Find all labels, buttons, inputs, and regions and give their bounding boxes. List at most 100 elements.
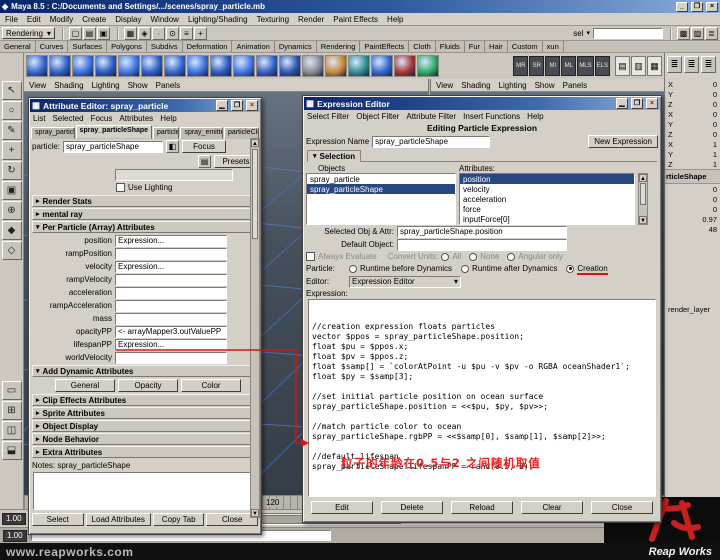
lasso-select-tool-icon[interactable]: ○ xyxy=(2,101,22,120)
shelf-field-icon[interactable] xyxy=(417,55,439,77)
menu-item[interactable]: Object Filter xyxy=(356,112,399,121)
shelf-particle-icon[interactable] xyxy=(371,55,393,77)
attribute-editor-bottom-button[interactable]: Select xyxy=(32,513,84,526)
render-pass-button[interactable]: MR xyxy=(513,56,528,76)
attribute-list-item[interactable]: inputForce[1] xyxy=(460,224,634,225)
minimize-button[interactable]: ▁ xyxy=(216,100,228,111)
channel-row[interactable]: X1 xyxy=(665,139,720,149)
shelf-tab[interactable]: Surfaces xyxy=(68,41,107,52)
channel-row[interactable]: Z1 xyxy=(665,159,720,169)
channel-row[interactable]: Y1 xyxy=(665,149,720,159)
minimize-button[interactable]: ▁ xyxy=(616,98,628,109)
snap-grid-icon[interactable]: ▦ xyxy=(124,27,137,40)
attribute-value-field[interactable] xyxy=(115,313,227,325)
expression-editor-bottom-button[interactable]: Delete xyxy=(381,501,443,514)
add-dynamic-button[interactable]: General xyxy=(55,379,115,392)
shelf-tab[interactable]: Subdivs xyxy=(147,41,183,52)
channel-row[interactable]: Z0 xyxy=(665,99,720,109)
menu-item[interactable]: List xyxy=(33,114,45,123)
expression-editor-bottom-button[interactable]: Reload xyxy=(451,501,513,514)
scale-tool-icon[interactable]: ▣ xyxy=(2,181,22,200)
menu-item[interactable]: Insert Functions xyxy=(463,112,520,121)
section-header[interactable]: ▸Clip Effects Attributes xyxy=(32,394,258,406)
focus-button[interactable]: Focus xyxy=(182,140,226,153)
panel-menu-item[interactable]: Shading xyxy=(461,81,490,90)
selected-obj-attr-field[interactable]: spray_particleShape.position xyxy=(397,226,567,238)
expression-text-area[interactable]: //creation expression floats particlesve… xyxy=(308,299,656,497)
selection-section-tab[interactable]: ▾ Selection xyxy=(307,150,361,162)
render-pass-button[interactable]: MI xyxy=(545,56,560,76)
saved-layout-3-icon[interactable]: ▦ xyxy=(647,56,662,76)
history-icon[interactable]: ≡ xyxy=(180,27,193,40)
panel-menu-item[interactable]: View xyxy=(436,81,453,90)
menu-item[interactable]: Attributes xyxy=(119,114,153,123)
layer-editor-toggle-icon[interactable]: ≣ xyxy=(684,56,699,73)
expression-editor-titlebar[interactable]: ▦ Expression Editor ▁ ❐ × xyxy=(304,97,660,110)
shelf-nurbs-sphere-icon[interactable] xyxy=(256,55,278,77)
move-tool-icon[interactable]: + xyxy=(2,141,22,160)
quick-select-input[interactable] xyxy=(593,28,663,39)
panel-menu-item[interactable]: Panels xyxy=(563,81,587,90)
use-lighting-checkbox[interactable] xyxy=(116,183,125,192)
menu-item[interactable]: Focus xyxy=(91,114,113,123)
attribute-value-field[interactable] xyxy=(115,352,227,364)
snap-point-icon[interactable]: ∙ xyxy=(152,27,165,40)
shelf-tab[interactable]: Dynamics xyxy=(275,41,317,52)
menu-item[interactable]: Render xyxy=(298,15,324,24)
attribute-list-item[interactable]: position xyxy=(460,174,634,184)
scroll-up-icon[interactable]: ▲ xyxy=(639,174,647,182)
add-dynamic-button[interactable]: Opacity xyxy=(118,379,178,392)
shelf-tab[interactable]: Animation xyxy=(232,41,274,52)
shape-node-header[interactable]: rticleShape xyxy=(665,169,720,184)
expression-editor-bottom-button[interactable]: Clear xyxy=(521,501,583,514)
section-header[interactable]: ▸mental ray xyxy=(32,208,258,220)
menu-item[interactable]: Texturing xyxy=(257,15,289,24)
construction-icon[interactable]: + xyxy=(194,27,207,40)
channel-row[interactable]: 0 xyxy=(665,204,720,214)
maximize-button[interactable]: ❐ xyxy=(231,100,243,111)
single-pane-layout-icon[interactable]: ▭ xyxy=(2,381,22,400)
outliner-layout-icon[interactable]: ⬓ xyxy=(2,441,22,460)
attribute-list-item[interactable]: force xyxy=(460,204,634,214)
menu-item[interactable]: Help xyxy=(527,112,543,121)
menu-item[interactable]: Selected xyxy=(52,114,83,123)
channel-row[interactable]: 0 xyxy=(665,194,720,204)
particle-mode-radio[interactable]: Runtime after Dynamics xyxy=(461,264,557,273)
shelf-pipe-icon[interactable] xyxy=(210,55,232,77)
node-tab[interactable]: spray_emitter xyxy=(180,127,223,139)
section-header[interactable]: ▸Object Display xyxy=(32,420,258,432)
new-expression-button[interactable]: New Expression xyxy=(588,135,658,148)
scrollbar-thumb[interactable] xyxy=(640,183,646,205)
node-tab[interactable]: spray_particle xyxy=(31,127,75,139)
shelf-sphere-icon[interactable] xyxy=(26,55,48,77)
render-view-icon[interactable]: ▩ xyxy=(677,27,690,40)
rotate-tool-icon[interactable]: ↻ xyxy=(2,161,22,180)
notes-textarea[interactable] xyxy=(33,472,257,510)
render-pass-button[interactable]: ML xyxy=(561,56,576,76)
new-scene-icon[interactable]: ▢ xyxy=(69,27,82,40)
menu-item[interactable]: Create xyxy=(82,15,106,24)
shelf-emitter-icon[interactable] xyxy=(394,55,416,77)
notes-toggle-icon[interactable]: ▤ xyxy=(198,155,211,168)
snap-curve-icon[interactable]: ◈ xyxy=(138,27,151,40)
scrollbar-thumb[interactable] xyxy=(252,149,258,239)
channel-row[interactable]: 48 xyxy=(665,224,720,234)
maximize-button[interactable]: ❐ xyxy=(631,98,643,109)
menu-item[interactable]: File xyxy=(5,15,18,24)
close-icon[interactable]: × xyxy=(246,100,258,111)
select-tool-icon[interactable]: ↖ xyxy=(2,81,22,100)
shelf-tab[interactable]: Custom xyxy=(508,41,543,52)
object-list-item[interactable]: spray_particleShape xyxy=(307,184,455,194)
render-pass-button[interactable]: ELS xyxy=(595,56,610,76)
attribute-value-field[interactable] xyxy=(115,300,227,312)
channel-box-toggle-icon[interactable]: ≣ xyxy=(667,56,682,73)
panel-menu-item[interactable]: Lighting xyxy=(499,81,527,90)
shelf-pyramid-icon[interactable] xyxy=(187,55,209,77)
shelf-cube-icon[interactable] xyxy=(49,55,71,77)
menu-set-dropdown[interactable]: Rendering▾ xyxy=(2,27,55,39)
attribute-list-item[interactable]: inputForce[0] xyxy=(460,214,634,224)
shelf-nurbs-cube-icon[interactable] xyxy=(279,55,301,77)
shelf-cone-icon[interactable] xyxy=(95,55,117,77)
close-icon[interactable]: × xyxy=(646,98,658,109)
attribute-value-field[interactable]: Expression... xyxy=(115,235,227,247)
